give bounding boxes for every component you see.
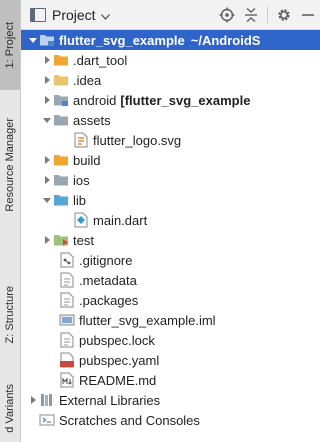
minimize-icon[interactable] [296, 3, 320, 27]
chevron-right-icon[interactable] [41, 94, 53, 106]
tree-item-metadata[interactable]: .metadata [21, 270, 320, 290]
tree-item-label: .gitignore [79, 252, 133, 268]
tree-item-label: assets [73, 112, 111, 128]
tree-item-dart-tool[interactable]: .dart_tool [21, 50, 320, 70]
tree-item-label: .dart_tool [73, 52, 128, 68]
project-title: Project [52, 6, 96, 23]
tree-item-packages[interactable]: .packages [21, 290, 320, 310]
tree-item-label: Scratches and Consoles [59, 412, 200, 428]
project-header: Project [21, 0, 320, 30]
project-tree: flutter_svg_example ~/AndroidS .dart_too… [21, 30, 320, 442]
structure-tab[interactable]: Z: Structure [0, 270, 20, 360]
tree-item-pubspec-lock[interactable]: pubspec.lock [21, 330, 320, 350]
project-tab-label: 1: Project [4, 21, 16, 69]
tree-item-iml[interactable]: flutter_svg_example.iml [21, 310, 320, 330]
tree-item-main-dart[interactable]: main.dart [21, 210, 320, 230]
tree-item-label: .idea [73, 72, 102, 88]
chevron-right-icon[interactable] [41, 54, 53, 66]
chevron-right-icon[interactable] [41, 74, 53, 86]
structure-tab-label: Z: Structure [4, 286, 16, 344]
chevron-down-icon[interactable] [41, 194, 53, 206]
chevron-right-icon[interactable] [41, 174, 53, 186]
tree-item-readme[interactable]: README.md [21, 370, 320, 390]
module-name: [flutter_svg_example [120, 92, 251, 108]
chevron-right-icon[interactable] [27, 394, 39, 406]
tree-item-pubspec-yaml[interactable]: pubspec.yaml [21, 350, 320, 370]
tree-item-flutter-logo[interactable]: flutter_logo.svg [21, 130, 320, 150]
excluded-folder-icon [53, 152, 69, 168]
tree-item-label: ios [73, 172, 90, 188]
module-folder-icon [39, 32, 55, 48]
tree-item-idea[interactable]: .idea [21, 70, 320, 90]
text-file-icon [59, 272, 75, 288]
yaml-file-icon [59, 352, 75, 368]
toolbar-divider [267, 6, 268, 23]
tree-item-label: External Libraries [59, 392, 161, 408]
markdown-file-icon [59, 372, 75, 388]
tree-item-build[interactable]: build [21, 150, 320, 170]
library-icon [39, 392, 55, 408]
chevron-down-icon[interactable] [41, 114, 53, 126]
module-folder-icon [53, 92, 69, 108]
tree-item-test[interactable]: test [21, 230, 320, 250]
tree-item-label: test [73, 232, 94, 248]
tree-item-label: README.md [79, 372, 157, 388]
module-file-icon [59, 312, 75, 328]
tree-item-external-libraries[interactable]: External Libraries [21, 390, 320, 410]
project-panel-icon [30, 7, 46, 22]
tree-item-root[interactable]: flutter_svg_example ~/AndroidS [21, 30, 320, 50]
resource-manager-tab-label: Resource Manager [4, 118, 16, 212]
tree-item-ios[interactable]: ios [21, 170, 320, 190]
gitignore-file-icon [59, 252, 75, 268]
chevron-down-icon[interactable] [27, 34, 39, 46]
chevron-down-icon [100, 7, 110, 23]
root-path: ~/AndroidS [190, 32, 261, 48]
test-folder-icon [53, 232, 69, 248]
tree-item-lib[interactable]: lib [21, 190, 320, 210]
tool-window-strip: 1: Project Resource Manager Z: Structure… [0, 0, 21, 442]
excluded-folder-icon [53, 52, 69, 68]
resource-manager-tab[interactable]: Resource Manager [0, 105, 20, 225]
chevron-right-icon[interactable] [41, 154, 53, 166]
project-view-selector[interactable]: Project [30, 7, 110, 23]
gear-icon[interactable] [272, 3, 296, 27]
scratches-icon [39, 412, 55, 428]
project-tab[interactable]: 1: Project [0, 0, 20, 90]
source-folder-icon [53, 192, 69, 208]
root-name: flutter_svg_example [59, 32, 185, 48]
tree-item-scratches[interactable]: Scratches and Consoles [21, 410, 320, 430]
tree-item-label: android [73, 92, 117, 108]
tree-item-label: lib [73, 192, 87, 208]
tree-item-label: main.dart [93, 212, 148, 228]
tree-item-label: flutter_svg_example.iml [79, 312, 216, 328]
tree-item-gitignore[interactable]: .gitignore [21, 250, 320, 270]
tree-item-assets[interactable]: assets [21, 110, 320, 130]
chevron-right-icon[interactable] [41, 234, 53, 246]
build-variants-tab[interactable]: d Variants [0, 375, 20, 442]
svg-file-icon [73, 132, 89, 148]
text-file-icon [59, 332, 75, 348]
folder-icon [53, 72, 69, 88]
tree-item-label: .packages [79, 292, 139, 308]
tree-item-label: build [73, 152, 101, 168]
collapse-all-icon[interactable] [239, 3, 263, 27]
tree-item-label: pubspec.lock [79, 332, 155, 348]
folder-icon [53, 112, 69, 128]
tree-item-android[interactable]: android [flutter_svg_example [21, 90, 320, 110]
text-file-icon [59, 292, 75, 308]
locate-icon[interactable] [215, 3, 239, 27]
folder-icon [53, 172, 69, 188]
build-variants-tab-label: d Variants [4, 384, 16, 433]
tree-item-label: .metadata [79, 272, 137, 288]
tree-item-label: pubspec.yaml [79, 352, 160, 368]
tree-item-label: flutter_logo.svg [93, 132, 182, 148]
dart-file-icon [73, 212, 89, 228]
